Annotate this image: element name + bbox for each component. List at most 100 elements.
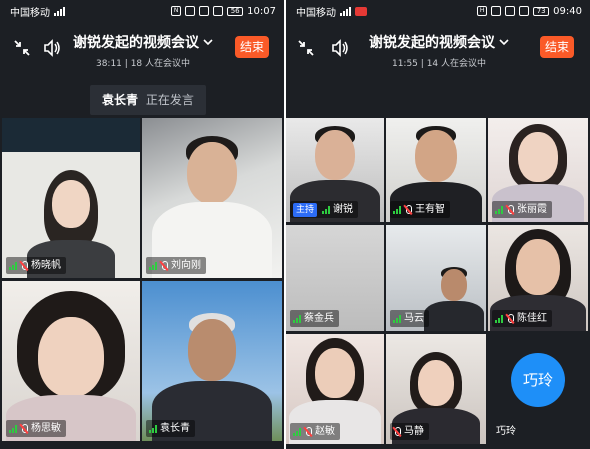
participant-name: 王有智 <box>415 204 445 215</box>
video-tile[interactable]: 张丽霞 <box>488 118 588 222</box>
participant-name: 巧玲 <box>496 426 516 437</box>
end-meeting-button[interactable]: 结束 <box>540 36 574 58</box>
alarm-icon <box>199 6 210 16</box>
meeting-duration: 38:11 <box>95 59 122 69</box>
participant-count: 18 人在会议中 <box>130 59 191 69</box>
participant-name: 刘向刚 <box>171 260 201 271</box>
end-meeting-button[interactable]: 结束 <box>235 36 269 58</box>
battery-icon: 73 <box>533 6 550 16</box>
participant-name-tag: 陈佳红 <box>492 310 552 327</box>
participant-name-tag: 杨晓帆 <box>6 257 66 274</box>
volume-icon <box>293 427 301 436</box>
active-speaker-name: 袁长青 <box>102 93 139 107</box>
mic-muted-icon <box>506 204 514 215</box>
hd-icon: H <box>477 6 488 16</box>
participant-name: 赵敏 <box>315 426 335 437</box>
volume-icon <box>495 205 503 214</box>
video-tile[interactable]: 马云 <box>386 225 486 331</box>
minimize-icon[interactable] <box>296 38 316 58</box>
carrier-label: 中国移动 <box>10 7 50 19</box>
app-notification-icon <box>355 6 367 16</box>
battery-icon: 56 <box>227 6 244 16</box>
volume-icon <box>9 424 17 433</box>
participant-name: 马云 <box>404 313 424 324</box>
nfc-icon: N <box>171 6 182 16</box>
video-tile[interactable]: 蔡金兵 <box>286 225 384 331</box>
meeting-title-area[interactable]: 谢锐发起的视频会议 38:11 | 18 人在会议中 <box>72 32 214 69</box>
clock: 09:40 <box>553 5 582 17</box>
video-tile-active-speaker[interactable]: 袁长青 <box>142 281 282 441</box>
clock: 10:07 <box>247 5 276 17</box>
video-tile[interactable]: 赵敏 <box>286 334 384 444</box>
avatar: 巧玲 <box>511 353 565 408</box>
meeting-duration: 11:55 <box>391 59 418 69</box>
signal-icon <box>54 6 65 16</box>
vibrate-icon <box>185 6 196 16</box>
participant-name-tag: 马云 <box>390 310 429 327</box>
status-bar: 中国移动 N 56 10:07 <box>0 0 284 22</box>
participant-name-tag: 袁长青 <box>146 420 195 437</box>
volume-icon <box>149 261 157 270</box>
volume-icon <box>393 314 401 323</box>
mic-muted-icon <box>393 426 401 437</box>
participant-name: 张丽霞 <box>517 204 547 215</box>
participant-count: 14 人在会议中 <box>426 59 487 69</box>
video-tile[interactable]: 陈佳红 <box>488 225 588 331</box>
volume-icon <box>495 314 503 323</box>
mic-muted-icon <box>160 260 168 271</box>
alarm-icon <box>505 6 516 16</box>
participant-name-tag: 刘向刚 <box>146 257 206 274</box>
mic-muted-icon <box>404 204 412 215</box>
left-phone-screen: 中国移动 N 56 10:07 谢锐发起的视频会议 38:11 | 18 人在会… <box>0 0 284 449</box>
minimize-icon[interactable] <box>12 38 32 58</box>
mic-muted-icon <box>20 260 28 271</box>
volume-icon <box>9 261 17 270</box>
wifi-icon <box>213 6 224 16</box>
mic-muted-icon <box>506 313 514 324</box>
volume-icon <box>322 205 331 214</box>
participant-name-tag: 主持 谢锐 <box>290 201 359 218</box>
video-tile[interactable]: 王有智 <box>386 118 486 222</box>
volume-icon <box>149 424 157 433</box>
video-tile-camera-off[interactable]: 巧玲 巧玲 <box>488 334 588 444</box>
participant-name: 蔡金兵 <box>304 313 334 324</box>
participant-name-tag: 张丽霞 <box>492 201 552 218</box>
host-badge: 主持 <box>293 202 318 217</box>
volume-icon <box>293 314 301 323</box>
vibrate-icon <box>491 6 502 16</box>
chevron-down-icon <box>499 39 509 46</box>
meeting-title-area[interactable]: 谢锐发起的视频会议 11:55 | 14 人在会议中 <box>364 32 514 69</box>
volume-icon <box>393 205 401 214</box>
meeting-title: 谢锐发起的视频会议 <box>369 35 495 51</box>
participant-name: 袁长青 <box>160 423 190 434</box>
status-bar: 中国移动 H 73 09:40 <box>286 0 590 22</box>
video-tile[interactable]: 主持 谢锐 <box>286 118 384 222</box>
video-tile[interactable]: 杨思敏 <box>2 281 140 441</box>
video-tile[interactable]: 杨晓帆 <box>2 118 140 278</box>
video-tile[interactable]: 刘向刚 <box>142 118 282 278</box>
video-tile[interactable]: 马静 <box>386 334 486 444</box>
participant-name-tag: 马静 <box>390 423 429 440</box>
speaker-icon[interactable] <box>42 38 62 58</box>
mic-muted-icon <box>304 426 312 437</box>
participant-name-tag: 王有智 <box>390 201 450 218</box>
signal-icon <box>340 6 351 16</box>
wifi-icon <box>519 6 530 16</box>
carrier-label: 中国移动 <box>296 7 336 19</box>
participant-name-tag: 杨思敏 <box>6 420 66 437</box>
right-phone-screen: 中国移动 H 73 09:40 谢锐发起的视频会议 11:55 | 14 人在会… <box>286 0 590 449</box>
meeting-top-bar: 谢锐发起的视频会议 11:55 | 14 人在会议中 结束 <box>286 28 590 70</box>
participant-name: 杨思敏 <box>31 423 61 434</box>
participant-name-tag: 赵敏 <box>290 423 340 440</box>
participant-name-tag: 蔡金兵 <box>290 310 339 327</box>
participant-name: 杨晓帆 <box>31 260 61 271</box>
participant-name: 马静 <box>404 426 424 437</box>
speaker-icon[interactable] <box>330 38 350 58</box>
meeting-top-bar: 谢锐发起的视频会议 38:11 | 18 人在会议中 结束 <box>0 28 284 70</box>
participant-name: 陈佳红 <box>517 313 547 324</box>
meeting-title: 谢锐发起的视频会议 <box>73 35 199 51</box>
participant-name: 谢锐 <box>333 204 354 215</box>
chevron-down-icon <box>203 39 213 46</box>
mic-muted-icon <box>20 423 28 434</box>
active-speaker-status: 正在发言 <box>145 93 194 107</box>
